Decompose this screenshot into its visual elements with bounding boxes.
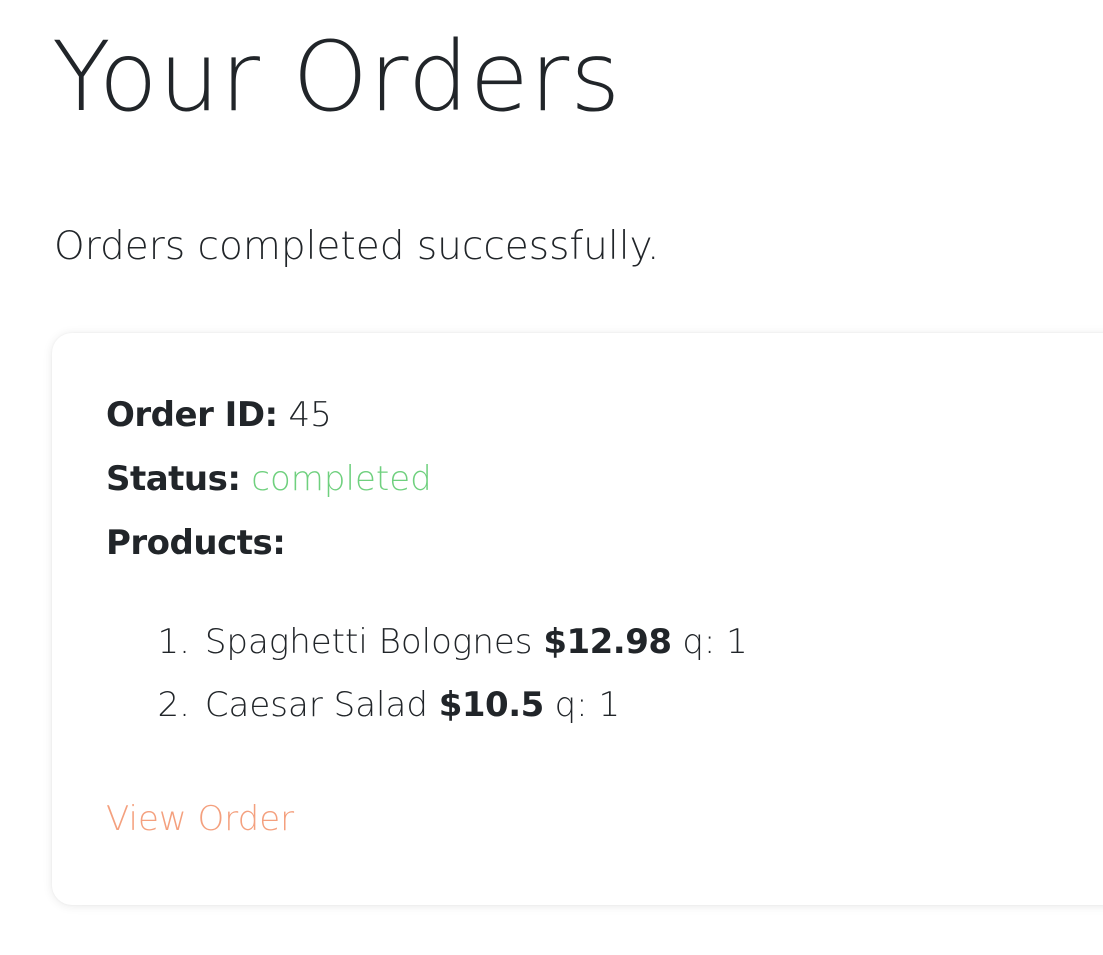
product-price: $12.98: [543, 622, 672, 662]
product-list: 1. Spaghetti Bolognes $12.98 q: 1 2. Cae…: [146, 625, 748, 751]
product-number: 2.: [157, 685, 190, 725]
product-name: Spaghetti Bolognes: [204, 622, 533, 662]
order-status-label: Status:: [106, 459, 241, 499]
view-order-link[interactable]: View Order: [106, 799, 294, 839]
product-item: 2. Caesar Salad $10.5 q: 1: [146, 688, 748, 751]
products-heading: Products:: [106, 523, 286, 563]
order-status-line: Status: completed: [106, 459, 432, 499]
order-id-value: 45: [288, 395, 332, 435]
product-name: Caesar Salad: [204, 685, 428, 725]
order-id-label: Order ID:: [106, 395, 278, 435]
order-id-line: Order ID: 45: [106, 395, 332, 435]
product-number: 1.: [157, 622, 190, 662]
page-title: Your Orders: [52, 21, 622, 133]
product-price: $10.5: [438, 685, 545, 725]
product-item: 1. Spaghetti Bolognes $12.98 q: 1: [146, 625, 748, 688]
orders-status-message: Orders completed successfully.: [54, 224, 660, 269]
product-quantity: q: 1: [554, 685, 621, 725]
product-quantity: q: 1: [682, 622, 748, 662]
products-label: Products:: [106, 523, 286, 563]
order-status-value: completed: [251, 459, 432, 499]
orders-page: Your Orders Orders completed successfull…: [0, 0, 1103, 955]
order-card: Order ID: 45 Status: completed Products:…: [52, 333, 1103, 905]
